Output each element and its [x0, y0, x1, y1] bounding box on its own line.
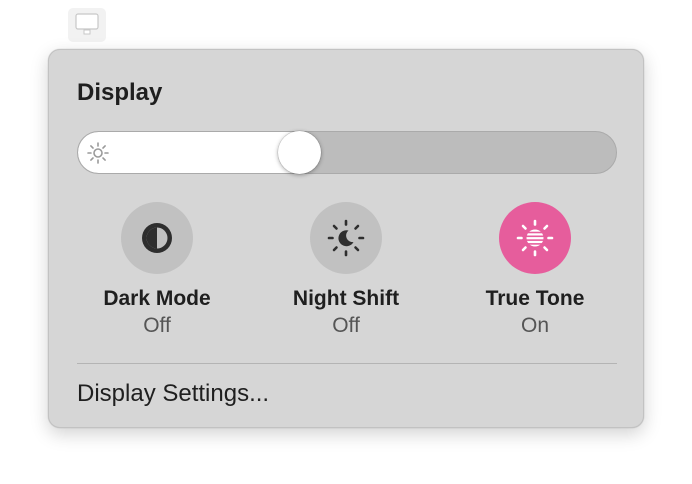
- display-panel: Display Dark Mode Off Night Shift Off Tr…: [48, 49, 644, 428]
- true-tone-label: True Tone: [485, 287, 585, 310]
- true-tone-state: On: [520, 314, 549, 337]
- night-shift-state: Off: [332, 314, 360, 337]
- brightness-fill: [78, 132, 301, 173]
- display-icon: [75, 13, 99, 35]
- dark-mode-state: Off: [143, 314, 171, 337]
- dark-mode-icon: [142, 223, 172, 253]
- divider: [77, 363, 617, 364]
- menubar-display-icon[interactable]: [68, 8, 106, 42]
- true-tone-icon: [516, 219, 554, 257]
- night-shift-icon: [327, 219, 365, 257]
- night-shift-toggle[interactable]: Night Shift Off: [261, 202, 431, 342]
- night-shift-label: Night Shift: [292, 287, 400, 310]
- brightness-slider[interactable]: [77, 131, 617, 174]
- night-shift-button[interactable]: [310, 202, 382, 274]
- dark-mode-toggle[interactable]: Dark Mode Off: [72, 202, 242, 342]
- panel-title: Display: [77, 79, 163, 106]
- brightness-slider-knob[interactable]: [278, 131, 321, 174]
- sun-icon: [86, 141, 110, 170]
- display-settings-link[interactable]: Display Settings...: [77, 380, 269, 408]
- true-tone-button[interactable]: [499, 202, 571, 274]
- true-tone-toggle[interactable]: True Tone On: [450, 202, 620, 342]
- dark-mode-button[interactable]: [121, 202, 193, 274]
- dark-mode-label: Dark Mode: [103, 287, 211, 310]
